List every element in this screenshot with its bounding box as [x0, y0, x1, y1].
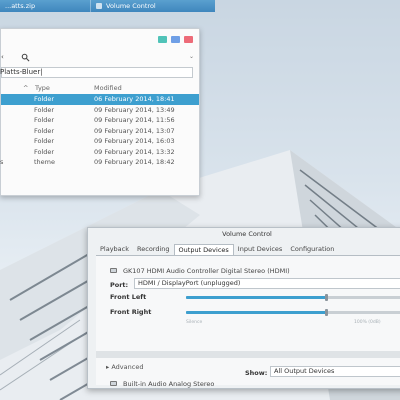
- file-row[interactable]: Folder 09 February 2014, 13:32: [1, 147, 199, 158]
- file-row[interactable]: Folder 06 February 2014, 18:41: [1, 94, 199, 105]
- file-row[interactable]: Folder 09 February 2014, 13:07: [1, 126, 199, 137]
- file-modified: 09 February 2014, 18:42: [94, 158, 175, 166]
- slider-thumb[interactable]: [325, 309, 329, 316]
- file-modified: 09 February 2014, 13:32: [94, 147, 175, 156]
- device-name: Built-in Audio Analog Stereo: [123, 380, 215, 388]
- front-right-slider[interactable]: [186, 309, 400, 316]
- slider-thumb[interactable]: [325, 294, 329, 301]
- audio-device-icon: [110, 381, 117, 386]
- tab-output-devices[interactable]: Output Devices: [173, 244, 234, 255]
- tab-bar: Playback Recording Output Devices Input …: [96, 244, 338, 255]
- file-type: Folder: [34, 95, 55, 103]
- chevron-down-icon[interactable]: ⌄: [189, 53, 194, 63]
- taskbar-item-volume-control[interactable]: Volume Control: [90, 0, 161, 12]
- sort-arrow-icon[interactable]: ^: [23, 84, 28, 92]
- tick-label-100: 100% (0dB): [354, 320, 381, 325]
- window-controls: [158, 36, 193, 43]
- maximize-button[interactable]: [171, 36, 180, 43]
- taskbar: ...atts.zip Volume Control: [0, 0, 215, 12]
- minimize-button[interactable]: [158, 36, 167, 43]
- tab-input-devices[interactable]: Input Devices: [234, 244, 287, 255]
- port-select[interactable]: HDMI / DisplayPort (unplugged): [134, 278, 400, 289]
- volume-control-window: Volume Control Playback Recording Output…: [87, 227, 400, 389]
- column-header-modified[interactable]: Modified: [94, 84, 122, 92]
- column-header-type[interactable]: Type: [35, 84, 50, 92]
- file-row[interactable]: Folder 09 February 2014, 13:49: [1, 105, 199, 116]
- front-left-label: Front Left: [110, 293, 147, 301]
- show-label: Show:: [245, 369, 268, 377]
- advanced-label: Advanced: [111, 363, 144, 371]
- file-modified: 09 February 2014, 16:03: [94, 137, 175, 145]
- tab-recording[interactable]: Recording: [133, 244, 174, 255]
- taskbar-item-label: ...atts.zip: [5, 2, 36, 10]
- close-button[interactable]: [184, 36, 193, 43]
- file-type: Folder: [34, 105, 55, 114]
- slider-fill: [186, 296, 327, 299]
- file-modified: 06 February 2014, 18:41: [94, 95, 175, 103]
- file-modified: 09 February 2014, 11:56: [94, 116, 175, 124]
- search-icon[interactable]: [21, 53, 30, 63]
- file-row[interactable]: s theme 09 February 2014, 18:42: [0, 157, 199, 168]
- location-value: Platts-Bluer|: [0, 68, 43, 76]
- divider: [96, 351, 400, 358]
- device-name: GK107 HDMI Audio Controller Digital Ster…: [123, 267, 290, 275]
- audio-device-icon: [110, 268, 117, 273]
- taskbar-item-archive[interactable]: ...atts.zip: [0, 0, 90, 12]
- file-modified: 09 February 2014, 13:07: [94, 126, 175, 135]
- front-left-slider[interactable]: [186, 294, 400, 301]
- file-row[interactable]: Folder 09 February 2014, 11:56: [1, 115, 199, 126]
- tick-label-silence: Silence: [186, 320, 203, 325]
- tab-configuration[interactable]: Configuration: [286, 244, 338, 255]
- chevron-right-icon: ▸: [106, 363, 110, 371]
- file-name: s: [0, 158, 4, 166]
- file-type: Folder: [34, 116, 55, 124]
- window-icon: [96, 3, 102, 9]
- location-input[interactable]: Platts-Bluer|: [0, 67, 193, 78]
- tab-playback[interactable]: Playback: [96, 244, 133, 255]
- slider-fill: [186, 311, 327, 314]
- advanced-expander[interactable]: ▸ Advanced: [106, 363, 143, 371]
- file-type: Folder: [34, 137, 55, 145]
- file-modified: 09 February 2014, 13:49: [94, 105, 175, 114]
- file-type: Folder: [34, 126, 55, 135]
- taskbar-item-label: Volume Control: [106, 2, 156, 10]
- file-manager-window: ‹ ⌄ Platts-Bluer| ^ Type Modified Folder…: [0, 28, 200, 196]
- file-list-header: ^ Type Modified: [1, 84, 200, 93]
- file-row[interactable]: Folder 09 February 2014, 16:03: [1, 136, 199, 147]
- file-type: Folder: [34, 147, 55, 156]
- file-list: Folder 06 February 2014, 18:41 Folder 09…: [0, 94, 199, 168]
- show-select[interactable]: All Output Devices: [270, 366, 400, 377]
- window-title: Volume Control: [222, 230, 272, 238]
- file-type: theme: [34, 158, 55, 166]
- port-label: Port:: [110, 281, 129, 289]
- front-right-label: Front Right: [110, 308, 152, 316]
- toolbar-button-partial[interactable]: ‹: [1, 53, 4, 63]
